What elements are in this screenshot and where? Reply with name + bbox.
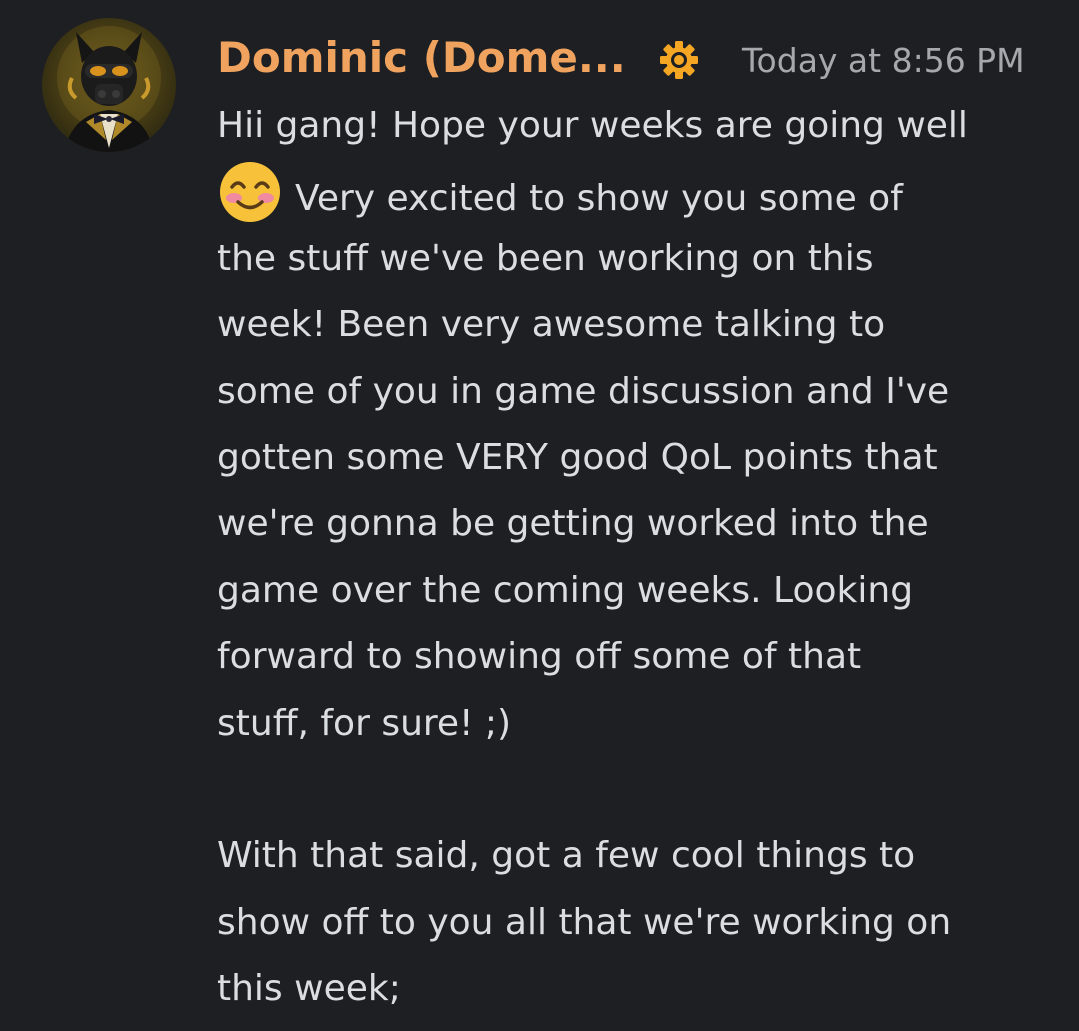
message-content: Hii gang! Hope your weeks are going well… xyxy=(217,93,1047,1022)
message-line: this week; xyxy=(217,968,401,1010)
avatar-image xyxy=(57,26,161,152)
message-line: the stuff we've been working on this xyxy=(217,237,874,279)
message-text: Very excited to show you some of xyxy=(295,178,903,220)
message-header: Dominic (Dome... Today at 8:56 PM xyxy=(217,30,1057,90)
chat-message: Dominic (Dome... Today at 8:56 PM Hii ga… xyxy=(0,0,1079,1031)
paragraph-break xyxy=(217,757,1047,823)
smiling-face-icon[interactable] xyxy=(217,159,283,225)
message-line: week! Been very awesome talking to xyxy=(217,304,886,346)
gear-icon[interactable] xyxy=(657,38,701,82)
message-line-with-emoji: Very excited to show you some of xyxy=(217,159,1047,225)
message-line: some of you in game discussion and I've xyxy=(217,370,950,412)
message-line: With that said, got a few cool things to xyxy=(217,835,916,877)
username[interactable]: Dominic (Dome... xyxy=(217,30,626,86)
message-line: Hii gang! Hope your weeks are going well xyxy=(217,105,968,146)
message-line: stuff, for sure! ;) xyxy=(217,702,512,744)
message-line: gotten some VERY good QoL points that xyxy=(217,436,938,478)
avatar[interactable] xyxy=(42,18,176,152)
message-line: show off to you all that we're working o… xyxy=(217,901,952,943)
message-line: game over the coming weeks. Looking xyxy=(217,569,914,611)
timestamp[interactable]: Today at 8:56 PM xyxy=(742,38,1025,84)
message-line: forward to showing off some of that xyxy=(217,636,862,678)
message-line: we're gonna be getting worked into the xyxy=(217,503,929,545)
